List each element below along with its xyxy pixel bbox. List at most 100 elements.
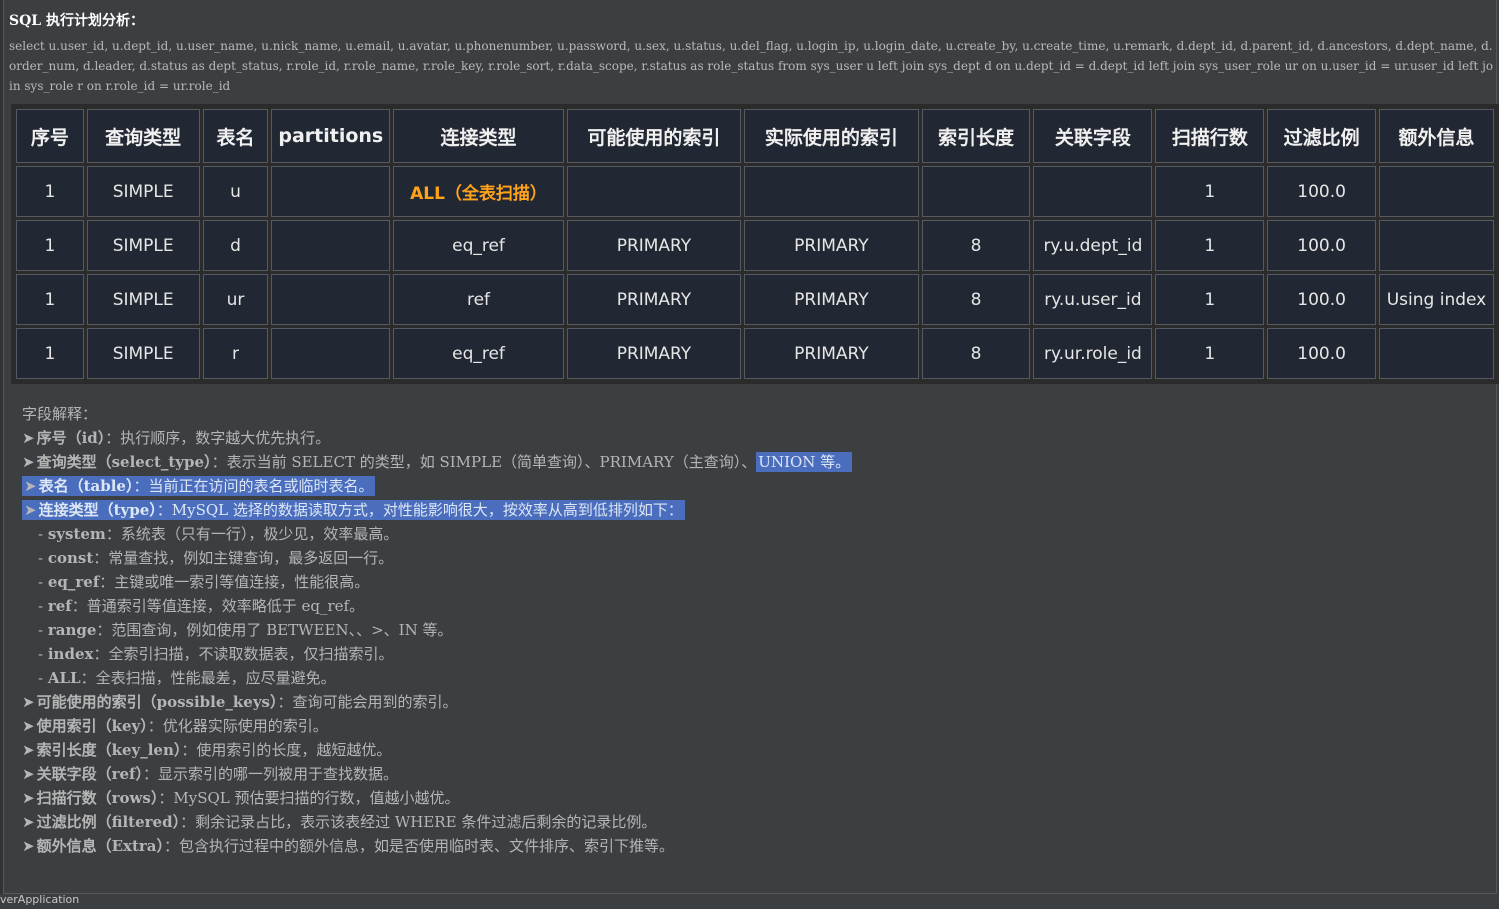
cell-ref	[1033, 166, 1153, 217]
selected-text[interactable]: ➤ 表名（table）：当前正在访问的表名或临时表名。	[22, 476, 376, 496]
panel-title: SQL 执行计划分析：	[9, 13, 145, 29]
cell-id: 1	[16, 328, 84, 379]
cell-partitions	[271, 274, 391, 325]
col-header-type: 连接类型	[393, 109, 564, 163]
explain-item-id: ➤ 序号（id）：执行顺序，数字越大优先执行。	[22, 426, 1482, 450]
type-item-eq-ref: - eq_ref：主键或唯一索引等值连接，性能很高。	[22, 570, 1482, 594]
explain-term: 额外信息（Extra）	[36, 837, 165, 855]
explain-item-ref: ➤ 关联字段（ref）：显示索引的哪一列被用于查找数据。	[22, 762, 1482, 786]
cell-extra	[1379, 220, 1494, 271]
cell-table: r	[202, 328, 269, 379]
type-desc: ：常量查找，例如主键查询，最多返回一行。	[93, 549, 394, 567]
type-term: system	[47, 525, 106, 543]
explain-desc: ：MySQL 选择的数据读取方式，对性能影响很大，按效率从高到低排列如下：	[156, 501, 683, 519]
arrow-icon: ➤	[22, 837, 35, 855]
cell-ref: ry.ur.role_id	[1033, 328, 1153, 379]
cell-extra: Using index	[1379, 274, 1494, 325]
cell-type: ref	[393, 274, 564, 325]
field-explanations: 字段解释： ➤ 序号（id）：执行顺序，数字越大优先执行。 ➤ 查询类型（selec…	[22, 402, 1482, 858]
explain-desc: ：显示索引的哪一列被用于查找数据。	[142, 765, 398, 783]
type-term: const	[47, 549, 94, 567]
table-row: 1 SIMPLE ur ref PRIMARY PRIMARY 8 ry.u.u…	[16, 274, 1494, 325]
cell-ref: ry.u.user_id	[1033, 274, 1153, 325]
cell-key: PRIMARY	[744, 220, 919, 271]
dash-marker: -	[38, 597, 44, 615]
cell-type: eq_ref	[393, 328, 564, 379]
cell-extra	[1379, 328, 1494, 379]
cell-possible-keys: PRIMARY	[566, 328, 742, 379]
cell-table: ur	[202, 274, 269, 325]
dash-marker: -	[38, 669, 44, 687]
type-item-all: - ALL：全表扫描，性能最差，应尽量避免。	[22, 666, 1482, 690]
type-term: range	[47, 621, 97, 639]
type-item-ref: - ref：普通索引等值连接，效率略低于 eq_ref。	[22, 594, 1482, 618]
explain-term: 序号（id）	[36, 429, 106, 447]
col-header-filtered: 过滤比例	[1267, 109, 1376, 163]
explain-plan-table: 序号 查询类型 表名 partitions 连接类型 可能使用的索引 实际使用的…	[13, 106, 1497, 382]
arrow-icon: ➤	[24, 477, 37, 495]
col-header-key: 实际使用的索引	[744, 109, 919, 163]
cell-key: PRIMARY	[744, 328, 919, 379]
col-header-id: 序号	[16, 109, 84, 163]
sql-text: select u.user_id, u.dept_id, u.user_name…	[9, 39, 1494, 93]
explain-term: 表名（table）	[38, 477, 134, 495]
explain-desc: ：使用索引的长度，越短越优。	[181, 741, 392, 759]
col-header-table: 表名	[202, 109, 269, 163]
explain-desc: ：表示当前 SELECT 的类型，如 SIMPLE（简单查询）、PRIMARY（…	[211, 453, 757, 471]
type-item-range: - range：范围查询，例如使用了 BETWEEN、、>、IN 等。	[22, 618, 1482, 642]
col-header-select-type: 查询类型	[86, 109, 200, 163]
table-row: 1 SIMPLE d eq_ref PRIMARY PRIMARY 8 ry.u…	[16, 220, 1494, 271]
arrow-icon: ➤	[24, 501, 37, 519]
cell-rows: 1	[1155, 274, 1265, 325]
explain-item-table: ➤ 表名（table）：当前正在访问的表名或临时表名。	[22, 474, 1482, 498]
type-desc: ：系统表（只有一行），极少见，效率最高。	[105, 525, 399, 543]
explain-term: 可能使用的索引（possible_keys）	[36, 693, 278, 711]
cell-filtered: 100.0	[1267, 328, 1376, 379]
explain-term: 索引长度（key_len）	[36, 741, 182, 759]
cell-filtered: 100.0	[1267, 220, 1376, 271]
type-desc: ：普通索引等值连接，效率略低于 eq_ref。	[71, 597, 365, 615]
cell-select-type: SIMPLE	[86, 166, 200, 217]
selected-text[interactable]: ➤ 连接类型（type）：MySQL 选择的数据读取方式，对性能影响很大，按效率从…	[22, 500, 685, 520]
cell-possible-keys: PRIMARY	[566, 274, 742, 325]
arrow-icon: ➤	[22, 789, 35, 807]
arrow-icon: ➤	[22, 453, 35, 471]
type-term: index	[47, 645, 94, 663]
cell-possible-keys	[566, 166, 742, 217]
explain-item-filtered: ➤ 过滤比例（filtered）：剩余记录占比，表示该表经过 WHERE 条件过滤…	[22, 810, 1482, 834]
explain-item-rows: ➤ 扫描行数（rows）：MySQL 预估要扫描的行数，值越小越优。	[22, 786, 1482, 810]
col-header-ref: 关联字段	[1033, 109, 1153, 163]
dash-marker: -	[38, 525, 44, 543]
cell-filtered: 100.0	[1267, 166, 1376, 217]
table-row: 1 SIMPLE u ALL（全表扫描） 1 100.0	[16, 166, 1494, 217]
cell-type-warning: ALL（全表扫描）	[393, 166, 564, 217]
dash-marker: -	[38, 645, 44, 663]
col-header-partitions: partitions	[271, 109, 391, 163]
cell-rows: 1	[1155, 328, 1265, 379]
col-header-possible-keys: 可能使用的索引	[566, 109, 742, 163]
table-row: 1 SIMPLE r eq_ref PRIMARY PRIMARY 8 ry.u…	[16, 328, 1494, 379]
explain-term: 使用索引（key）	[36, 717, 148, 735]
dash-marker: -	[38, 621, 44, 639]
explain-desc: ：优化器实际使用的索引。	[147, 717, 328, 735]
explain-term: 关联字段（ref）	[36, 765, 143, 783]
cell-type: eq_ref	[393, 220, 564, 271]
arrow-icon: ➤	[22, 429, 35, 447]
explain-desc: ：剩余记录占比，表示该表经过 WHERE 条件过滤后剩余的记录比例。	[180, 813, 657, 831]
type-term: eq_ref	[47, 573, 100, 591]
cell-rows: 1	[1155, 220, 1265, 271]
cell-key	[744, 166, 919, 217]
type-desc: ：全表扫描，性能最差，应尽量避免。	[80, 669, 336, 687]
explain-desc: ：执行顺序，数字越大优先执行。	[105, 429, 331, 447]
cell-rows: 1	[1155, 166, 1265, 217]
explain-term: 连接类型（type）	[38, 501, 157, 519]
arrow-icon: ➤	[22, 765, 35, 783]
selected-text[interactable]: UNION 等。	[756, 452, 853, 472]
cell-key: PRIMARY	[744, 274, 919, 325]
explain-item-key-len: ➤ 索引长度（key_len）：使用索引的长度，越短越优。	[22, 738, 1482, 762]
cell-extra	[1379, 166, 1494, 217]
type-term: ALL	[47, 669, 81, 687]
type-item-index: - index：全索引扫描，不读取数据表，仅扫描索引。	[22, 642, 1482, 666]
arrow-icon: ➤	[22, 741, 35, 759]
explain-item-key: ➤ 使用索引（key）：优化器实际使用的索引。	[22, 714, 1482, 738]
